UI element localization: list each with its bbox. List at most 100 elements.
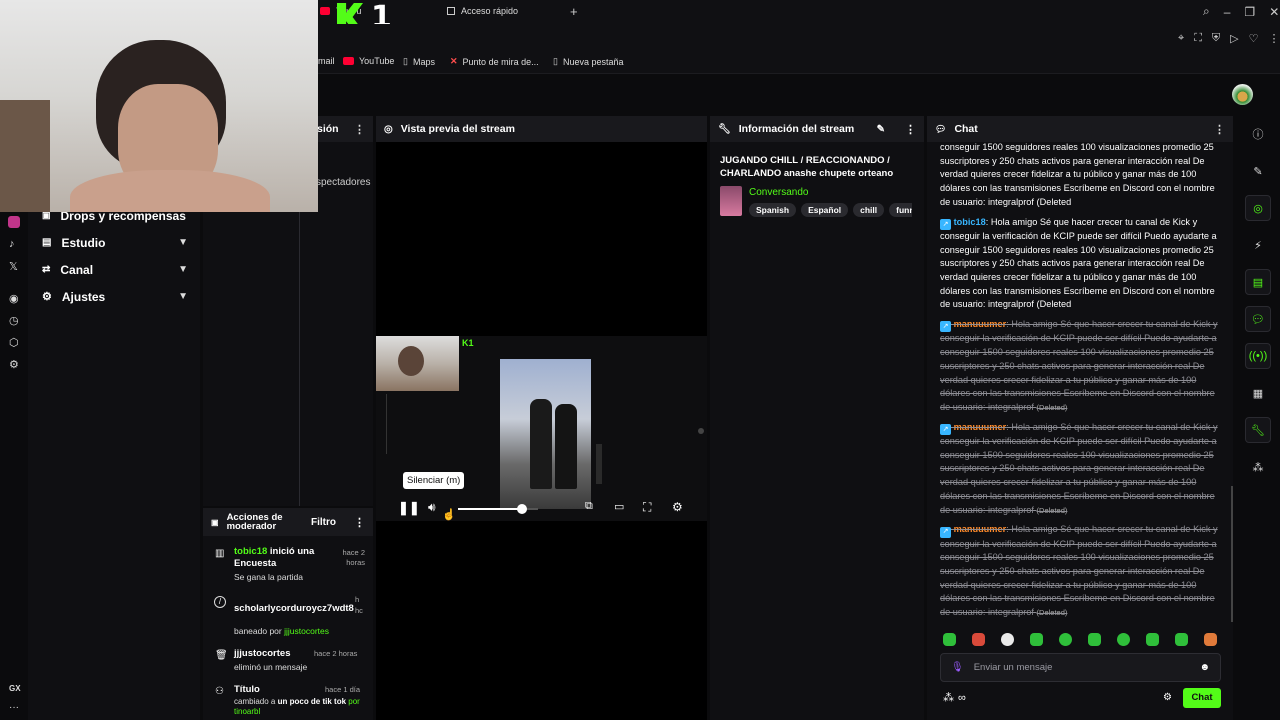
play-icon[interactable]: ▷: [1230, 32, 1238, 45]
spectators-label: spectadores: [316, 177, 371, 188]
emote-icon[interactable]: [1204, 633, 1217, 646]
emote-icon[interactable]: [1175, 633, 1188, 646]
bookmark-maps[interactable]: ▯ Maps: [403, 56, 435, 67]
tag[interactable]: funny: [889, 203, 912, 217]
pause-icon[interactable]: ❚❚: [398, 500, 420, 516]
tag[interactable]: Español: [801, 203, 849, 217]
pencil-icon[interactable]: ✎: [877, 124, 885, 135]
mod-user-link[interactable]: jjjustocortes: [284, 626, 329, 636]
emoji-icon[interactable]: ☻: [1199, 662, 1210, 673]
emote-icon[interactable]: [1088, 633, 1101, 646]
bookmark-nueva-pestana[interactable]: ▯ Nueva pestaña: [553, 56, 624, 67]
chat-message: ↗ tobic18: Hola amigo Sé que hacer crece…: [940, 216, 1217, 310]
screenshot-icon[interactable]: ⛶: [1194, 32, 1202, 45]
notes-icon[interactable]: ▤: [1245, 269, 1271, 295]
fullscreen-icon[interactable]: ⛶: [643, 500, 651, 515]
search-icon[interactable]: ⌕: [1203, 4, 1210, 19]
player-icon[interactable]: ◉: [9, 292, 19, 305]
kebab-icon[interactable]: ⋮: [1214, 123, 1225, 136]
history-icon[interactable]: ◷: [9, 314, 19, 327]
tiktok-icon[interactable]: ♪: [9, 238, 15, 250]
panel-header: ◎ Vista previa del stream: [376, 116, 707, 142]
chat-username[interactable]: manuuumer: [954, 422, 1007, 432]
mod-time: h hc: [355, 595, 363, 615]
emote-icon[interactable]: [1030, 633, 1043, 646]
stream-title: JUGANDO CHILL / REACCIONANDO / CHARLANDO…: [720, 155, 894, 179]
chat-username[interactable]: manuuumer: [954, 524, 1007, 534]
chat-panel-icon[interactable]: 💬︎: [1245, 306, 1271, 332]
tag[interactable]: Spanish: [749, 203, 797, 217]
maximize-icon[interactable]: ❐: [1244, 5, 1255, 19]
mod-user[interactable]: jjjustocortes: [234, 648, 291, 659]
grid-icon: [447, 7, 455, 15]
volume-slider[interactable]: [458, 504, 538, 514]
chat-scrollbar[interactable]: [1231, 486, 1233, 622]
category-thumbnail[interactable]: [720, 186, 742, 216]
bookmark-label: Punto de mira de...: [462, 56, 539, 67]
preview-video[interactable]: K1: [376, 336, 707, 521]
mod-user[interactable]: scholarlycorduroycz7wdt8: [234, 603, 354, 614]
nav-canal[interactable]: ⇄ Canal ▼: [28, 256, 200, 283]
info-icon[interactable]: ⓘ: [1245, 121, 1271, 147]
minimize-icon[interactable]: –: [1224, 5, 1231, 19]
theater-icon[interactable]: ▭: [614, 500, 624, 513]
broadcast-icon[interactable]: ((•)): [1245, 343, 1271, 369]
chat-username[interactable]: manuuumer: [954, 319, 1007, 329]
kebab-icon[interactable]: ⋮: [354, 123, 365, 136]
microphone-icon[interactable]: 🎙︎: [951, 662, 964, 673]
more-icon[interactable]: ···: [9, 702, 19, 713]
settings-icon[interactable]: ⚙: [9, 358, 19, 371]
bookmark-youtube[interactable]: YouTube: [343, 56, 394, 66]
x-icon[interactable]: 𝕏: [9, 260, 18, 273]
volume-knob[interactable]: [517, 504, 527, 514]
users-icon[interactable]: ⁂: [943, 691, 954, 704]
filter-button[interactable]: Filtro: [311, 517, 336, 528]
layout-icon[interactable]: ▦: [1245, 380, 1271, 406]
chat-input[interactable]: Enviar un mensaje: [974, 662, 1053, 673]
nested-webcam: [376, 336, 459, 391]
pip-icon[interactable]: ⧉: [585, 500, 593, 513]
volume-icon[interactable]: 🔊︎: [428, 500, 436, 515]
mod-user[interactable]: tobic18: [234, 546, 267, 557]
preview-panel-icon[interactable]: ◎: [1245, 195, 1271, 221]
panel-header: 🔧︎ Información del stream ✎ ⋮: [710, 116, 924, 142]
mod-detail: cambiado a un poco de tik tok por tinoar…: [234, 697, 369, 716]
lightning-icon[interactable]: ⚡︎: [1245, 232, 1271, 258]
tag[interactable]: chill: [853, 203, 885, 217]
bookmark-punto-de-mira[interactable]: ✕ Punto de mira de...: [450, 56, 539, 67]
kebab-icon[interactable]: ⋮: [905, 123, 916, 136]
chat-input-box[interactable]: 🎙︎ Enviar un mensaje ☻: [940, 653, 1221, 682]
infinity-icon[interactable]: ∞: [958, 692, 966, 704]
pencil-icon[interactable]: ✎: [1245, 158, 1271, 184]
panel-header: 💬︎ Chat ⋮: [927, 116, 1233, 142]
emote-icon[interactable]: [972, 633, 985, 646]
shield-icon[interactable]: ⛨: [1212, 32, 1220, 45]
nested-video-frame: [500, 359, 591, 509]
new-tab-plus-icon[interactable]: +: [570, 4, 578, 19]
emote-icon[interactable]: [1059, 633, 1072, 646]
emote-icon[interactable]: [1117, 633, 1130, 646]
settings-icon[interactable]: ⚙: [672, 500, 683, 514]
bookmark-mail[interactable]: mail: [318, 56, 335, 66]
kebab-icon[interactable]: ⋮: [354, 516, 365, 529]
avatar[interactable]: [1232, 84, 1253, 105]
instagram-icon[interactable]: [8, 216, 20, 228]
emote-icon[interactable]: [1146, 633, 1159, 646]
tab-acceso-rapido[interactable]: Acceso rápido: [447, 6, 518, 16]
extensions-icon[interactable]: ⬡: [9, 336, 19, 349]
verified-badge-icon: ↗: [940, 218, 951, 230]
nav-estudio[interactable]: ▤ Estudio ▼: [28, 229, 200, 256]
users-icon[interactable]: ⁂: [1245, 454, 1271, 480]
close-icon[interactable]: ✕: [1269, 5, 1279, 19]
emote-icon[interactable]: [1001, 633, 1014, 646]
nav-ajustes[interactable]: ⚙ Ajustes ▼: [28, 283, 200, 310]
pin-icon[interactable]: ⌖: [1178, 32, 1184, 45]
chat-username[interactable]: tobic18: [954, 217, 986, 227]
heart-icon[interactable]: ♡: [1249, 32, 1259, 45]
category-link[interactable]: Conversando: [749, 187, 808, 198]
send-chat-button[interactable]: Chat: [1183, 688, 1221, 708]
emote-icon[interactable]: [943, 633, 956, 646]
chat-settings-icon[interactable]: ⚙: [1163, 692, 1172, 703]
wrench-icon[interactable]: 🔧︎: [1245, 417, 1271, 443]
more-icon[interactable]: ⋮: [1269, 32, 1280, 45]
